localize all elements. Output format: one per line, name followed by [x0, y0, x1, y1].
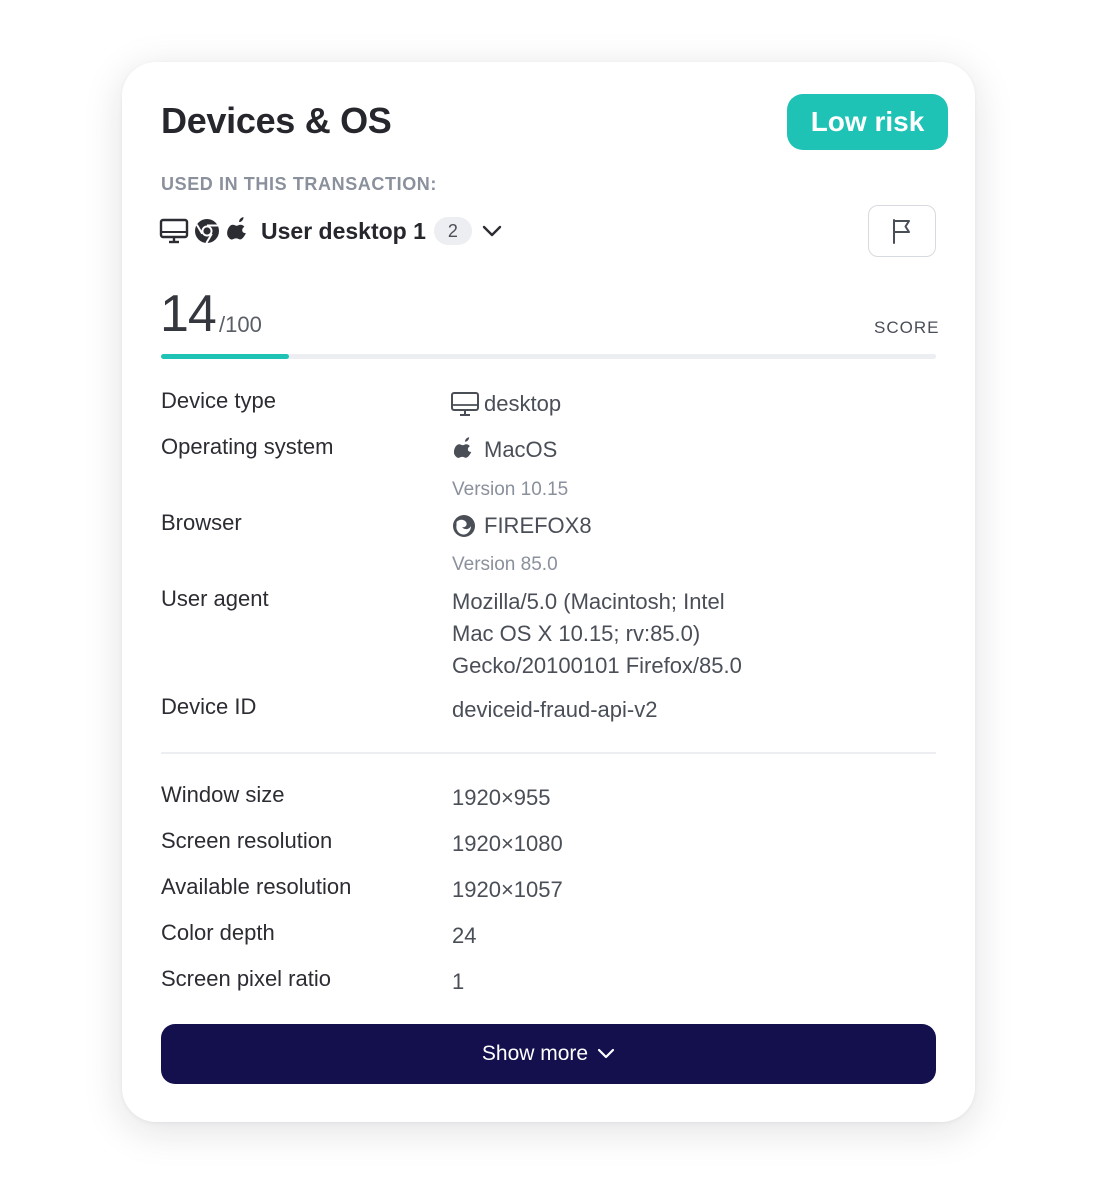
chevron-down-icon[interactable]	[481, 224, 503, 238]
desktop-icon	[450, 390, 480, 418]
chevron-down-icon	[597, 1048, 615, 1060]
device-selector[interactable]: User desktop 1 2	[159, 212, 503, 250]
detail-key: Screen pixel ratio	[161, 966, 331, 991]
detail-value: Mozilla/5.0 (Macintosh; Intel Mac OS X 1…	[452, 586, 742, 682]
device-name: User desktop 1	[261, 217, 426, 244]
os-version: Version 10.15	[452, 479, 569, 500]
detail-value: 1920×955	[452, 785, 551, 810]
show-more-button[interactable]: Show more	[161, 1024, 936, 1084]
device-count-badge: 2	[433, 217, 472, 245]
detail-value: MacOS Version 10.15	[452, 434, 568, 504]
user-agent-line: Gecko/20100101 Firefox/85.0	[452, 653, 742, 678]
detail-key: Device type	[161, 388, 276, 413]
flag-icon	[889, 217, 915, 245]
score-bar-fill	[161, 354, 289, 359]
detail-value: FIREFOX8 Version 85.0	[452, 510, 592, 579]
apple-icon	[452, 437, 476, 463]
user-agent-line: Mozilla/5.0 (Macintosh; Intel	[452, 589, 725, 614]
devices-os-card: Devices & OS Low risk USED IN THIS TRANS…	[122, 62, 975, 1122]
detail-value: 1	[452, 969, 465, 994]
detail-key: Operating system	[161, 434, 334, 459]
detail-value: 1920×1057	[452, 877, 563, 902]
device-type-value: desktop	[484, 391, 562, 416]
score-bar	[161, 354, 936, 359]
browser-value: FIREFOX8	[484, 513, 592, 538]
detail-key: Device ID	[161, 694, 257, 719]
detail-key: Browser	[161, 510, 242, 535]
card-title: Devices & OS	[161, 100, 392, 141]
browser-version: Version 85.0	[452, 554, 558, 575]
detail-key: Color depth	[161, 920, 275, 945]
detail-key: Available resolution	[161, 874, 352, 899]
detail-key: Window size	[161, 782, 285, 807]
divider	[161, 752, 936, 754]
user-agent-line: Mac OS X 10.15; rv:85.0)	[452, 621, 701, 646]
apple-icon	[225, 217, 251, 245]
device-id-value: deviceid-fraud-api-v2	[452, 697, 658, 722]
detail-key: Screen resolution	[161, 828, 333, 853]
detail-value: 24	[452, 923, 477, 948]
detail-value: desktop	[450, 388, 561, 420]
flag-button[interactable]	[868, 205, 936, 257]
show-more-label: Show more	[481, 1042, 589, 1065]
detail-value: 1920×1080	[452, 831, 563, 856]
score-value: 14	[160, 285, 217, 343]
risk-badge: Low risk	[787, 94, 948, 150]
chrome-icon	[193, 217, 221, 245]
os-value: MacOS	[484, 437, 558, 462]
desktop-icon	[159, 217, 189, 245]
score-max: /100	[219, 312, 262, 337]
firefox-icon	[452, 514, 476, 538]
section-label: USED IN THIS TRANSACTION:	[161, 174, 437, 194]
detail-key: User agent	[161, 586, 269, 611]
score-label: SCORE	[874, 318, 940, 337]
